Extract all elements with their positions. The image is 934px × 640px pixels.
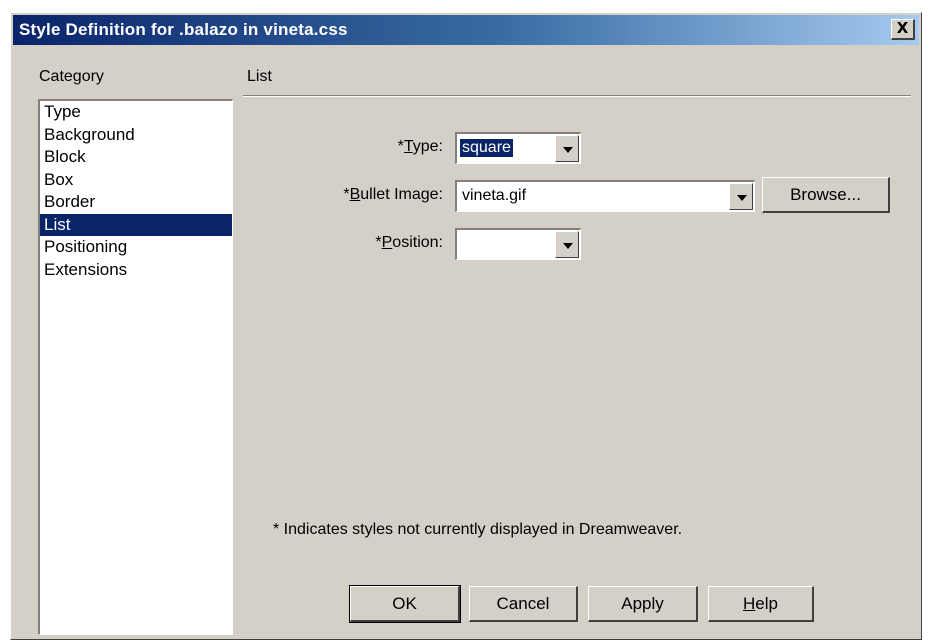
chevron-down-icon[interactable] — [555, 231, 579, 258]
category-item-border[interactable]: Border — [40, 191, 232, 214]
title-bar: Style Definition for .balazo in vineta.c… — [13, 15, 919, 45]
help-accesskey: H — [743, 594, 756, 613]
cancel-button[interactable]: Cancel — [469, 586, 578, 622]
position-select[interactable] — [455, 228, 581, 260]
bullet-image-select[interactable]: vineta.gif — [455, 180, 755, 212]
help-label-text: elp — [755, 594, 778, 613]
style-definition-dialog: Style Definition for .balazo in vineta.c… — [10, 12, 922, 640]
category-item-list[interactable]: List — [40, 213, 232, 236]
ok-button[interactable]: OK — [349, 585, 461, 623]
type-label-text: ype: — [412, 138, 443, 155]
position-label: *Position: — [351, 234, 443, 252]
close-button[interactable]: X — [891, 19, 915, 40]
apply-button[interactable]: Apply — [588, 586, 698, 622]
position-label-accesskey: P — [381, 234, 393, 251]
section-title: List — [247, 68, 272, 85]
category-item-block[interactable]: Block — [40, 146, 232, 169]
type-label: *Type: — [351, 138, 443, 156]
category-item-type[interactable]: Type — [40, 101, 232, 124]
category-list[interactable]: Type Background Block Box Border List Po… — [38, 99, 233, 635]
help-button[interactable]: Help — [708, 586, 814, 622]
bullet-image-label: *Bullet Image: — [311, 186, 443, 204]
browse-button[interactable]: Browse... — [762, 177, 890, 213]
bullet-image-label-accesskey: B — [349, 186, 361, 203]
category-item-box[interactable]: Box — [40, 169, 232, 192]
styles-note: * Indicates styles not currently display… — [273, 521, 683, 538]
position-label-text: osition: — [392, 234, 443, 251]
type-select-value: square — [460, 139, 513, 157]
category-heading: Category — [39, 68, 104, 85]
bullet-image-label-text: ullet Image: — [360, 186, 443, 203]
category-item-extensions[interactable]: Extensions — [40, 259, 232, 282]
type-label-accesskey: T — [403, 138, 413, 155]
category-item-background[interactable]: Background — [40, 124, 232, 147]
type-select[interactable]: square — [455, 132, 581, 164]
chevron-down-icon[interactable] — [555, 135, 579, 162]
category-item-positioning[interactable]: Positioning — [40, 236, 232, 259]
window-title: Style Definition for .balazo in vineta.c… — [19, 20, 348, 39]
chevron-down-icon[interactable] — [729, 183, 753, 210]
bullet-image-select-value: vineta.gif — [462, 187, 527, 204]
section-divider — [243, 95, 911, 97]
